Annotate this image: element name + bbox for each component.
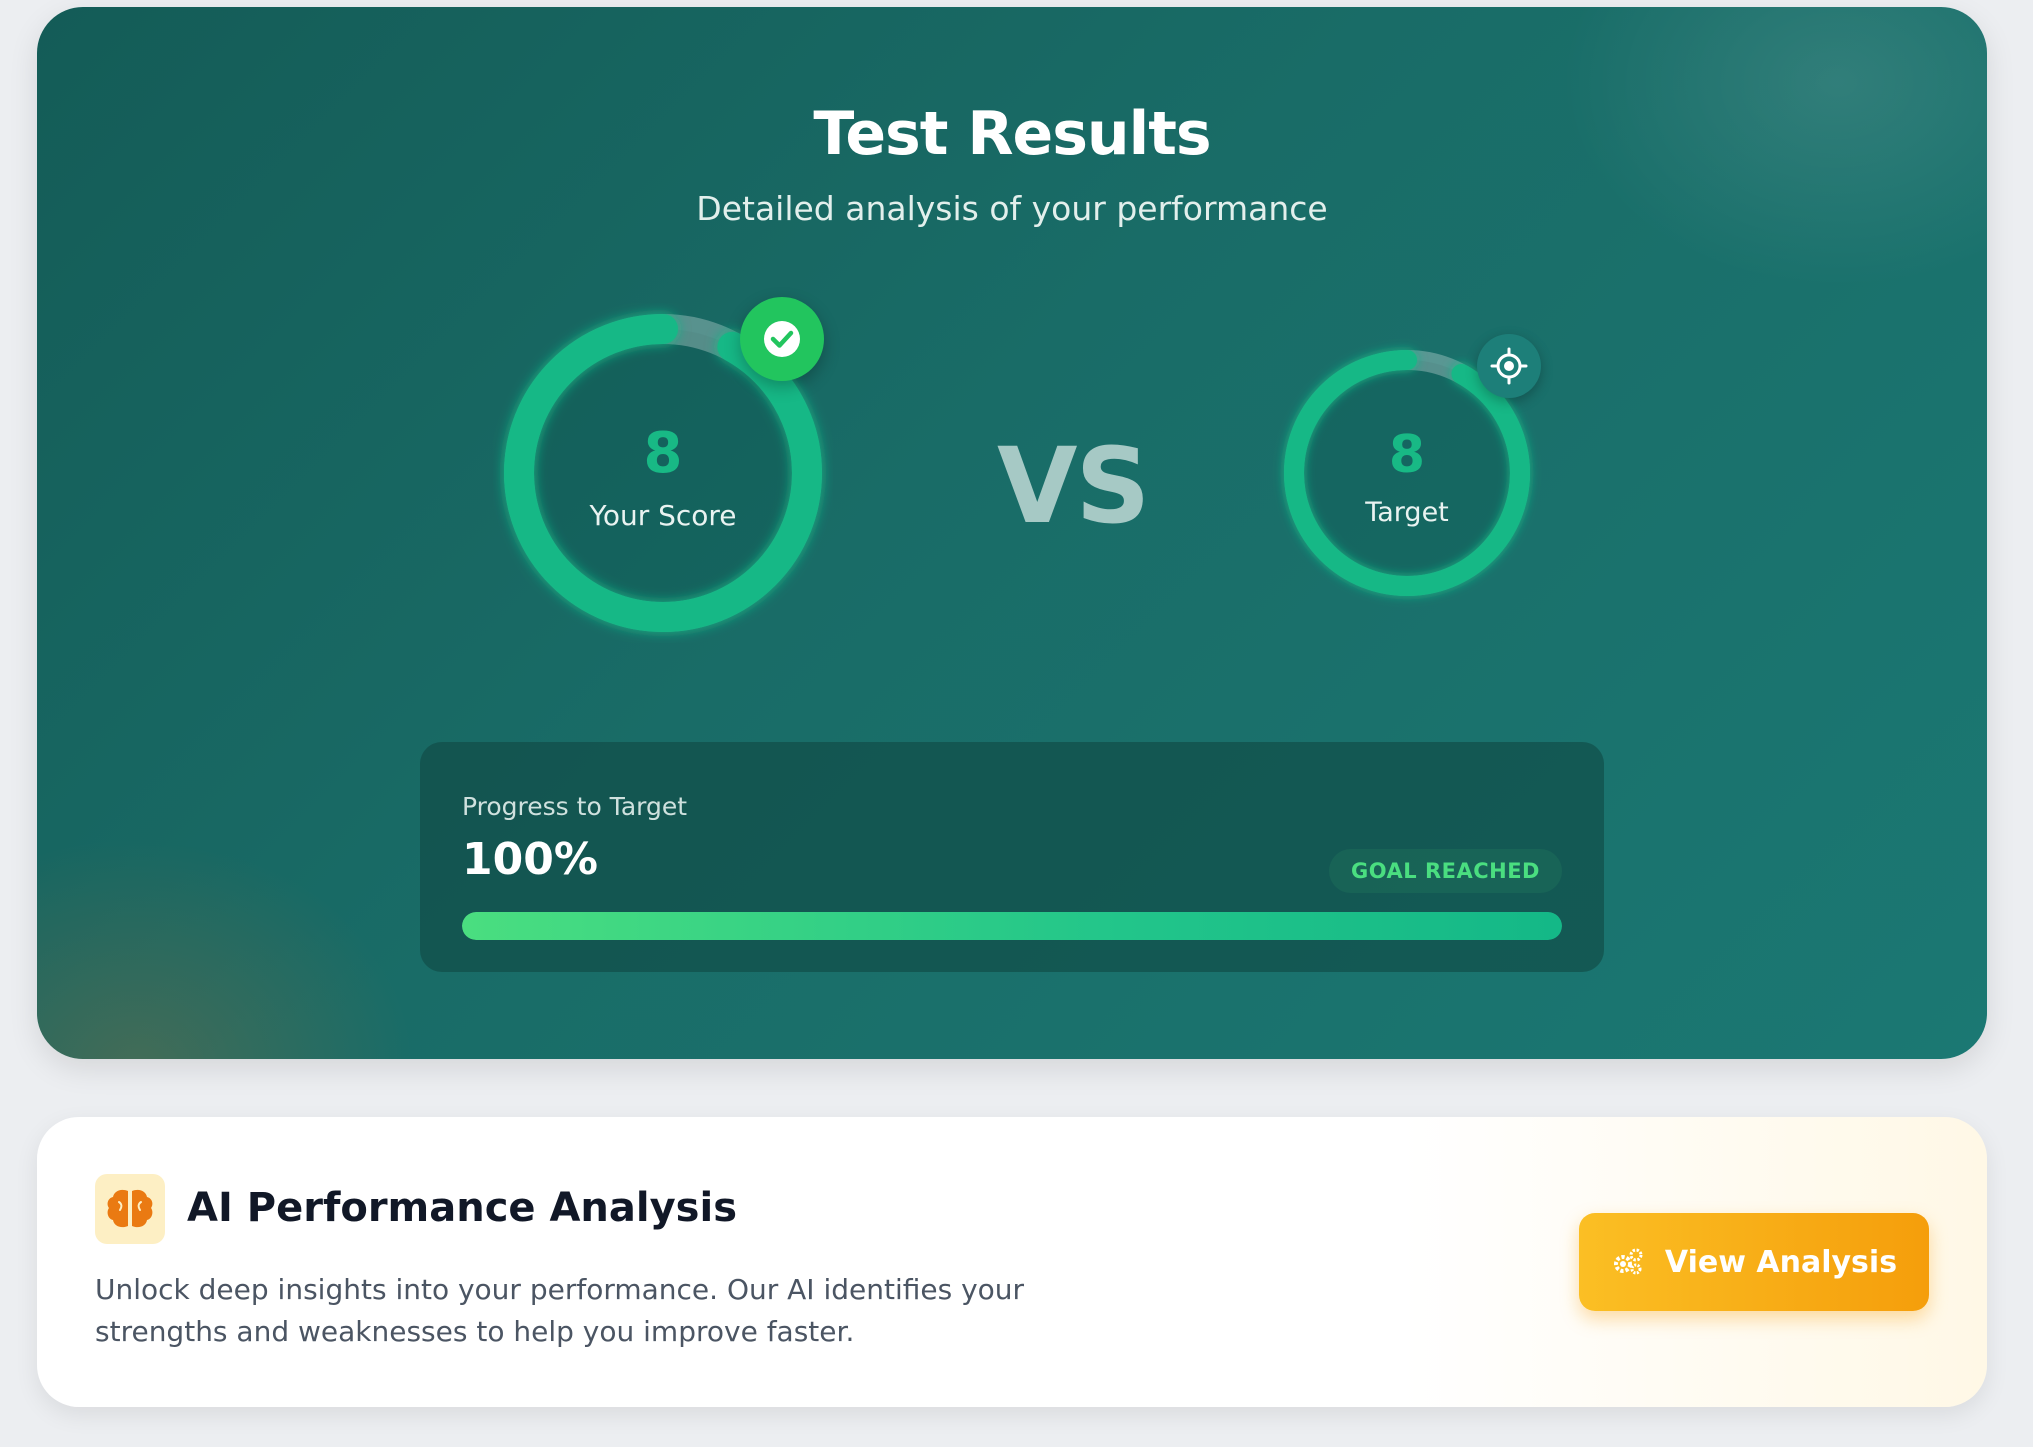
- your-score-value: 8: [643, 421, 683, 486]
- score-achieved-badge: [740, 297, 824, 381]
- page-title: Test Results: [813, 99, 1211, 169]
- brain-icon-tile: [95, 1174, 165, 1244]
- versus-text: VS: [997, 425, 1150, 547]
- target-badge: [1477, 334, 1541, 398]
- brain-icon: [107, 1189, 153, 1228]
- analysis-description: Unlock deep insights into your performan…: [95, 1273, 1025, 1348]
- view-analysis-button[interactable]: View Analysis: [1579, 1213, 1929, 1311]
- page-subtitle: Detailed analysis of your performance: [696, 189, 1328, 228]
- goal-reached-badge: GOAL REACHED: [1328, 849, 1562, 893]
- target-label: Target: [1365, 497, 1449, 528]
- view-analysis-label: View Analysis: [1664, 1244, 1898, 1280]
- target-value: 8: [1388, 425, 1426, 485]
- crosshair-icon: [1490, 347, 1528, 385]
- progress-bar-fill: [462, 912, 1562, 940]
- check-circle-icon: [764, 321, 800, 357]
- ai-analysis-card: AI Performance Analysis Unlock deep insi…: [37, 1117, 1987, 1407]
- gears-icon: [1613, 1248, 1643, 1275]
- progress-percent: 100%: [462, 834, 598, 885]
- progress-bar: [462, 912, 1562, 940]
- progress-panel: Progress to Target 100% GOAL REACHED: [420, 742, 1604, 972]
- your-score-label: Your Score: [589, 499, 737, 532]
- test-results-card: Test Results Detailed analysis of your p…: [37, 7, 1987, 1059]
- analysis-title: AI Performance Analysis: [187, 1185, 737, 1231]
- progress-label: Progress to Target: [462, 792, 688, 821]
